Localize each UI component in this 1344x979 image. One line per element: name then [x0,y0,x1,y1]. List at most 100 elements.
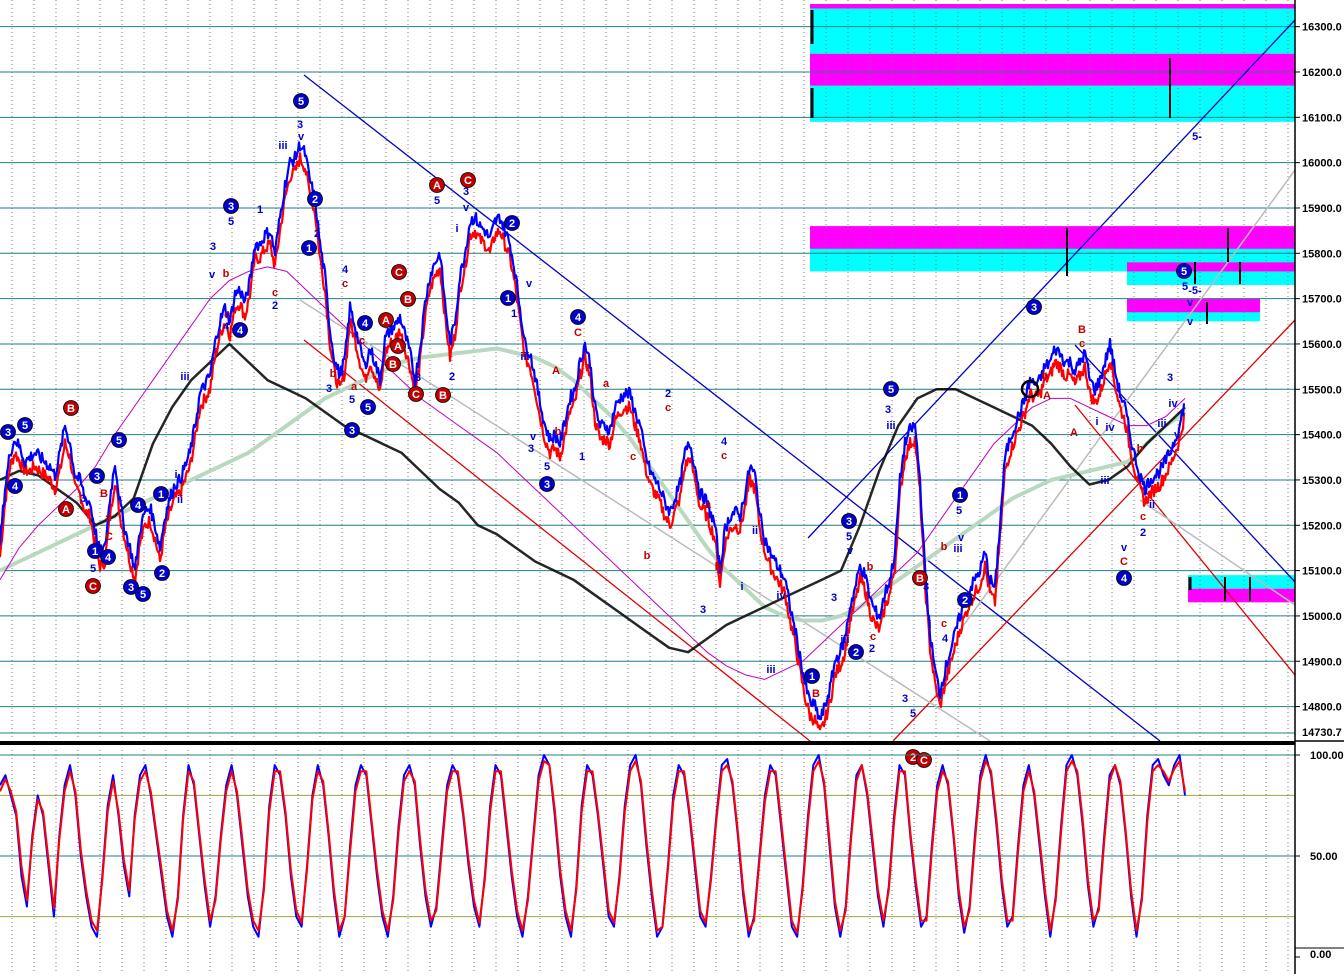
wave-count-label: 4 [342,264,349,276]
wave-count-label: b [555,426,562,438]
oscillator-tick-label: 0.00 [1310,949,1331,961]
wave-marker-label: 1 [158,489,164,501]
wave-count-label: 4 [223,321,230,333]
wave-count-label: iii [278,140,287,152]
wave-count-label: B [1078,324,1086,336]
wave-count-label: c [721,450,727,462]
wave-count-label: v [530,431,537,443]
pane-separator[interactable] [0,741,1295,745]
wave-marker-label: 1 [957,490,963,502]
wave-marker-label: 4 [105,552,112,564]
wave-count-label: iv [776,590,786,602]
wave-count-label: 5 [544,461,550,473]
wave-count-label: -5- [1188,285,1202,297]
wave-count-label: 3 [831,592,837,604]
wave-count-label: B [812,688,820,700]
wave-count-label: c [630,451,636,463]
wave-count-label: 3 [415,372,421,384]
wave-count-label: c [870,631,876,643]
wave-count-label: c [1079,338,1085,350]
wave-count-label: 2 [869,643,875,655]
wave-count-label: c [359,335,365,347]
oscillator-line [0,760,1186,934]
wave-count-label: a [351,381,358,393]
wave-count-label: c [342,278,348,290]
wave-count-label: 5 [349,394,355,406]
price-tick-label: 15200.0 [1302,520,1342,532]
wave-marker-label: 2 [962,595,968,607]
price-tick-label: 15300.0 [1302,475,1342,487]
wave-count-label: a [603,378,610,390]
wave-count-label: c [224,309,230,321]
wave-count-label: ii [1149,499,1155,511]
wave-count-label: 3 [885,404,891,416]
wave-count-label: 1 [257,204,263,216]
wave-count-label: i [174,469,177,481]
wave-marker-label: C [412,389,420,401]
wave-count-label: v [1174,429,1181,441]
wave-marker-label: B [439,390,447,402]
wave-count-label: i [1095,416,1098,428]
oscillator-tick-label: 50.00 [1310,851,1338,863]
wave-count-label: b [1042,370,1049,382]
wave-count-label: b [867,561,874,573]
wave-count-label: i [740,581,743,593]
wave-marker-label: 3 [846,516,852,528]
wave-marker-label: 1 [809,671,815,683]
wave-marker-label: 3 [1031,302,1037,314]
wave-count-label: 3 [297,119,303,131]
wave-marker-label: A [394,341,402,353]
wave-count-label: ii [752,525,758,537]
wave-marker-label: 3 [128,582,134,594]
price-tick-label: 16300.0 [1302,22,1342,34]
wave-count-label: 1 [511,308,517,320]
wave-marker-label: 4 [237,325,244,337]
wave-count-label: iii [886,420,895,432]
wave-marker-label: C [395,267,403,279]
wave-marker-label: 4 [12,481,19,493]
wave-marker-label: 1 [505,293,511,305]
wave-count-label: 3 [1167,372,1173,384]
oscillator-tick-label: 100.00 [1310,750,1344,762]
wave-marker-label: 3 [228,201,234,213]
wave-marker-label: 3 [94,471,100,483]
price-tick-label: 16000.0 [1302,158,1342,170]
wave-count-label: v [209,269,216,281]
wave-count-label: 2 [272,300,278,312]
wave-count-label: c [941,618,947,630]
wave-count-label: v [526,278,533,290]
wave-count-label: 5 [1182,281,1188,293]
wave-marker-label: 4 [1121,573,1128,585]
wave-count-label: iv [1105,422,1115,434]
wave-count-label: a [705,499,712,511]
price-tick-label: 15000.0 [1302,611,1342,623]
wave-count-label: v [1121,542,1128,554]
wave-count-label: v [1187,297,1194,309]
wave-marker-label: 5 [22,420,28,432]
price-tick-label: 16200.0 [1302,67,1342,79]
wave-marker-label: 1 [92,546,98,558]
wave-count-label: 5 [434,195,440,207]
wave-marker-label: B [67,403,75,415]
wave-count-label: A [1070,427,1078,439]
price-tick-label: 15800.0 [1302,248,1342,260]
target-zone [1188,588,1295,603]
wave-count-label: 1 [579,451,585,463]
wave-count-label: iii [953,543,962,555]
wave-count-label: 3 [463,186,469,198]
wave-marker-label: C [89,581,97,593]
price-tick-label: 15700.0 [1302,294,1342,306]
wave-count-label: B [100,488,108,500]
wave-marker-label: 3 [5,427,11,439]
wave-count-label: C [574,327,582,339]
wave-count-label: 5 [910,708,916,720]
price-tick-label: 15900.0 [1302,203,1342,215]
wave-marker-label: C [920,755,928,767]
wave-count-label: 3 [902,693,908,705]
wave-count-label: 5 [90,563,96,575]
wave-count-label: b [330,368,337,380]
wave-count-label: iii [180,371,189,383]
wave-count-label: v [847,545,854,557]
wave-count-label: 2 [449,371,455,383]
wave-marker-label: 2 [312,194,318,206]
